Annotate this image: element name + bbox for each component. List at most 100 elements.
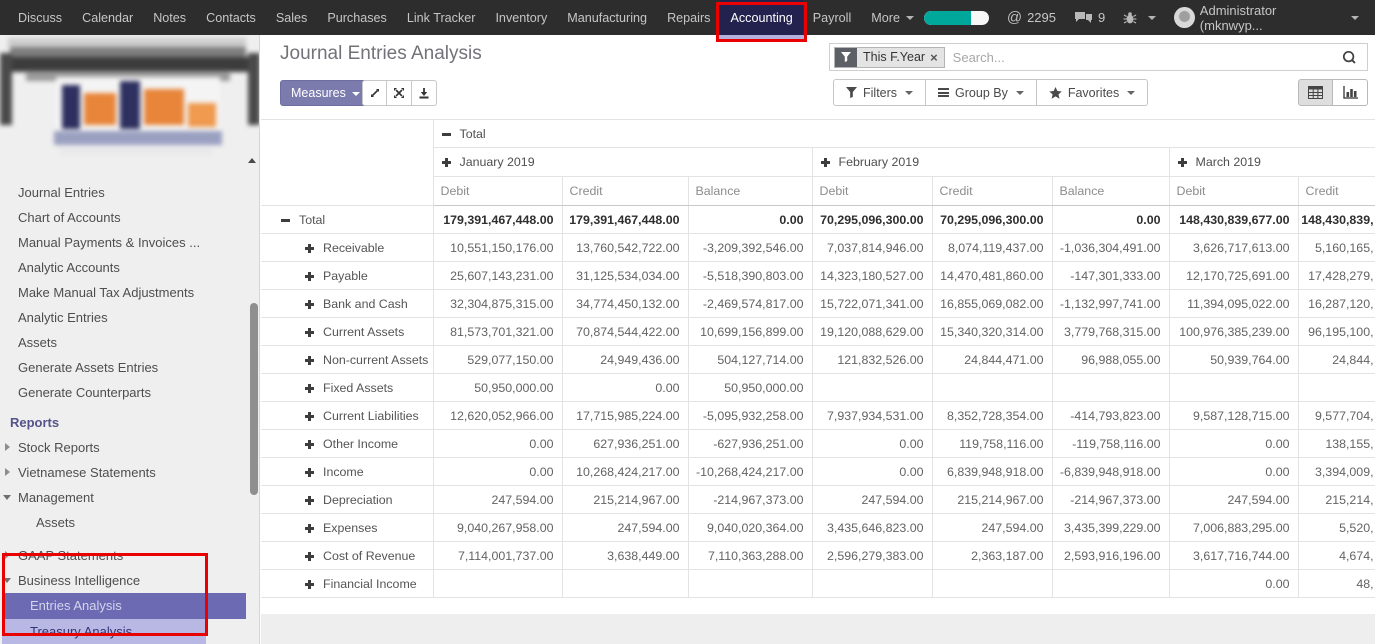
- sidebar-item-generate-assets-entries[interactable]: Generate Assets Entries: [0, 355, 259, 380]
- sidebar-item-make-manual-tax-adjustments[interactable]: Make Manual Tax Adjustments: [0, 280, 259, 305]
- sidebar-item-analytic-accounts[interactable]: Analytic Accounts: [0, 255, 259, 280]
- pivot-cell: 12,620,052,966.00: [433, 402, 562, 430]
- pivot-col-group-march-2019[interactable]: March 2019: [1169, 148, 1375, 177]
- menu-sales[interactable]: Sales: [266, 0, 318, 35]
- pivot-row-header-non-current-assets[interactable]: Non-current Assets: [261, 346, 433, 374]
- facet-remove-icon[interactable]: ×: [930, 51, 938, 64]
- pivot-cell: 2,593,916,196.00: [1052, 542, 1169, 570]
- sidebar-item-analytic-entries[interactable]: Analytic Entries: [0, 305, 259, 330]
- sidebar-item-management[interactable]: Management: [0, 485, 259, 510]
- sidebar-item-treasury-analysis[interactable]: Treasury Analysis: [2, 619, 206, 644]
- sidebar-item-entries-analysis[interactable]: Entries Analysis: [2, 593, 246, 619]
- pivot-cell: 24,844,471.00: [932, 346, 1052, 374]
- pivot-measure-march-2019-credit[interactable]: Credit: [1298, 177, 1375, 206]
- sidebar-item-label: Generate Counterparts: [18, 385, 151, 400]
- download-button[interactable]: [412, 80, 437, 106]
- expand-icon: [305, 384, 314, 393]
- sidebar-scrollbar[interactable]: [250, 303, 258, 495]
- pivot-cell: 25,607,143,231.00: [433, 262, 562, 290]
- sidebar-item-manual-payments-invoices[interactable]: Manual Payments & Invoices ...: [0, 230, 259, 255]
- search-icon[interactable]: [1342, 50, 1357, 65]
- flip-axis-button[interactable]: [387, 80, 412, 106]
- expand-icon: [305, 356, 314, 365]
- expand-all-button[interactable]: [362, 80, 387, 106]
- pivot-cell: 529,077,150.00: [433, 346, 562, 374]
- pivot-measure-january-2019-credit[interactable]: Credit: [562, 177, 688, 206]
- pivot-row-financial-income: Financial Income0.0048,: [261, 570, 1375, 598]
- menu-discuss[interactable]: Discuss: [8, 0, 72, 35]
- pivot-measure-february-2019-credit[interactable]: Credit: [932, 177, 1052, 206]
- pivot-cell: 7,037,814,946.00: [812, 234, 932, 262]
- pivot-measure-january-2019-debit[interactable]: Debit: [433, 177, 562, 206]
- pivot-row-header-expenses[interactable]: Expenses: [261, 514, 433, 542]
- menu-notes[interactable]: Notes: [143, 0, 196, 35]
- pivot-cell: [812, 570, 932, 598]
- graph-view-button[interactable]: [1333, 79, 1368, 106]
- scroll-up-icon[interactable]: [248, 158, 256, 163]
- pivot-row-header-other-income[interactable]: Other Income: [261, 430, 433, 458]
- menu-contacts[interactable]: Contacts: [196, 0, 266, 35]
- caret-right-icon: [5, 468, 10, 476]
- filters-button[interactable]: Filters: [833, 79, 926, 106]
- user-name: Administrator (mknwyp...: [1200, 3, 1340, 33]
- expand-icon: [305, 244, 314, 253]
- chevron-down-icon: [1148, 16, 1156, 20]
- chat-icon: [1074, 11, 1093, 25]
- mention-counter[interactable]: @ 2295: [1007, 9, 1056, 26]
- menu-manufacturing[interactable]: Manufacturing: [557, 0, 657, 35]
- pivot-cell: 9,040,020,364.00: [688, 514, 812, 542]
- pivot-cell: [562, 570, 688, 598]
- sidebar-item-label: Journal Entries: [18, 185, 105, 200]
- menu-more[interactable]: More: [861, 0, 924, 35]
- pivot-row-header-total[interactable]: Total: [261, 206, 433, 234]
- menu-repairs[interactable]: Repairs: [657, 0, 720, 35]
- menu-purchases[interactable]: Purchases: [317, 0, 397, 35]
- pivot-col-group-total[interactable]: Total: [433, 120, 1375, 148]
- menu-calendar[interactable]: Calendar: [72, 0, 143, 35]
- messages-menu[interactable]: 9: [1074, 10, 1105, 25]
- menu-link-tracker[interactable]: Link Tracker: [397, 0, 486, 35]
- pivot-row-header-cost-of-revenue[interactable]: Cost of Revenue: [261, 542, 433, 570]
- sidebar-item-gaap-statements[interactable]: GAAP Statements: [0, 543, 259, 568]
- pivot-row-header-bank-and-cash[interactable]: Bank and Cash: [261, 290, 433, 318]
- search-input[interactable]: [945, 50, 1342, 65]
- pivot-cell: [688, 570, 812, 598]
- sidebar-item-journal-entries[interactable]: Journal Entries: [0, 180, 259, 205]
- sidebar-item-vietnamese-statements[interactable]: Vietnamese Statements: [0, 460, 259, 485]
- sidebar-item-assets[interactable]: Assets: [0, 510, 259, 535]
- pivot-cell: 96,195,100,: [1298, 318, 1375, 346]
- pivot-cell: 14,470,481,860.00: [932, 262, 1052, 290]
- pivot-measure-january-2019-balance[interactable]: Balance: [688, 177, 812, 206]
- favorites-button[interactable]: Favorites: [1037, 79, 1148, 106]
- pivot-row-header-income[interactable]: Income: [261, 458, 433, 486]
- pivot-measure-february-2019-debit[interactable]: Debit: [812, 177, 932, 206]
- menu-accounting[interactable]: Accounting: [720, 0, 802, 35]
- search-facet[interactable]: This F.Year ×: [834, 47, 945, 68]
- measures-button[interactable]: Measures: [280, 80, 371, 106]
- pivot-measure-february-2019-balance[interactable]: Balance: [1052, 177, 1169, 206]
- pivot-row-payable: Payable25,607,143,231.0031,125,534,034.0…: [261, 262, 1375, 290]
- pivot-row-header-receivable[interactable]: Receivable: [261, 234, 433, 262]
- user-menu[interactable]: Administrator (mknwyp...: [1174, 3, 1359, 33]
- pivot-row-header-current-assets[interactable]: Current Assets: [261, 318, 433, 346]
- sidebar-item-stock-reports[interactable]: Stock Reports: [0, 435, 259, 460]
- pivot-cell: [1169, 374, 1298, 402]
- menu-payroll[interactable]: Payroll: [803, 0, 862, 35]
- pivot-col-group-february-2019[interactable]: February 2019: [812, 148, 1169, 177]
- pivot-row-header-financial-income[interactable]: Financial Income: [261, 570, 433, 598]
- pivot-row-header-depreciation[interactable]: Depreciation: [261, 486, 433, 514]
- sidebar-item-chart-of-accounts[interactable]: Chart of Accounts: [0, 205, 259, 230]
- pivot-view-button[interactable]: [1298, 79, 1333, 106]
- pivot-measure-march-2019-debit[interactable]: Debit: [1169, 177, 1298, 206]
- debug-menu[interactable]: [1123, 11, 1156, 25]
- sidebar-item-generate-counterparts[interactable]: Generate Counterparts: [0, 380, 259, 405]
- chevron-down-icon: [352, 92, 360, 96]
- pivot-row-header-payable[interactable]: Payable: [261, 262, 433, 290]
- sidebar-item-business-intelligence[interactable]: Business Intelligence: [0, 568, 259, 593]
- sidebar-item-assets[interactable]: Assets: [0, 330, 259, 355]
- group-by-button[interactable]: Group By: [926, 79, 1037, 106]
- pivot-row-header-fixed-assets[interactable]: Fixed Assets: [261, 374, 433, 402]
- pivot-col-group-january-2019[interactable]: January 2019: [433, 148, 812, 177]
- menu-inventory[interactable]: Inventory: [485, 0, 557, 35]
- pivot-row-header-current-liabilities[interactable]: Current Liabilities: [261, 402, 433, 430]
